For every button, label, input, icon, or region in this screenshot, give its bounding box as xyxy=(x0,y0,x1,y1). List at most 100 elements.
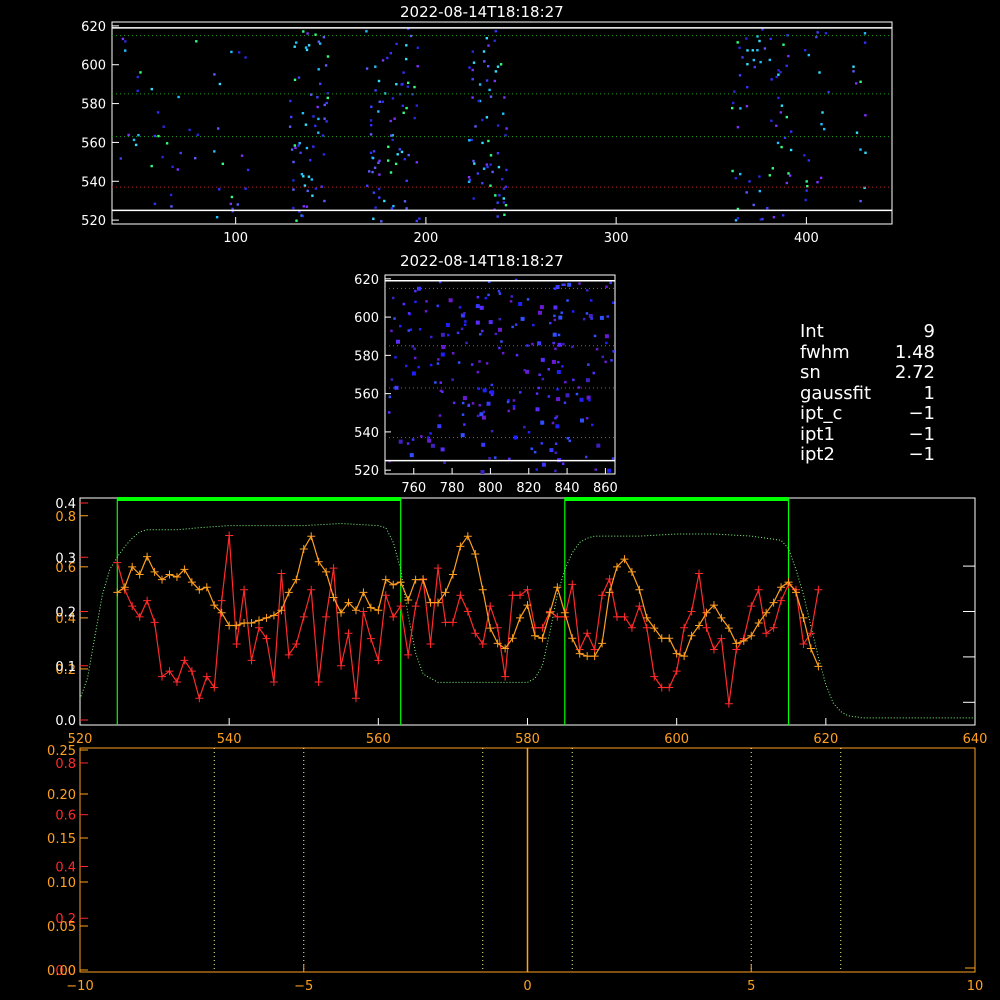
top-heatmap-pixel xyxy=(476,172,480,175)
top-heatmap-pixel xyxy=(179,151,182,155)
top-heatmap-pixel xyxy=(389,119,392,123)
top-heatmap-pixel xyxy=(374,206,377,209)
top-xtick-label: 100 xyxy=(223,231,248,246)
top-heatmap-pixel xyxy=(374,89,377,92)
top-heatmap-pixel xyxy=(119,157,122,160)
middle-heatmap-pixel xyxy=(588,398,591,402)
top-heatmap-pixel xyxy=(139,71,142,74)
middle-heatmap-pixel xyxy=(538,373,541,376)
middle-heatmap-pixel xyxy=(475,304,480,309)
top-heatmap-pixel xyxy=(215,216,219,219)
top-heatmap-pixel xyxy=(766,206,769,210)
top-heatmap-pixel xyxy=(307,44,311,47)
middle-heatmap-pixel xyxy=(507,409,510,413)
top-heatmap-pixel xyxy=(805,189,808,192)
top-heatmap-pixel xyxy=(121,37,125,41)
top-heatmap-pixel xyxy=(790,130,793,133)
middle-ytick-label: 520 xyxy=(354,464,379,479)
top-heatmap-pixel xyxy=(505,168,508,172)
top-heatmap-pixel xyxy=(369,119,373,122)
top-heatmap-pixel xyxy=(503,96,506,99)
top-heatmap-pixel xyxy=(785,115,788,119)
top-heatmap-pixel xyxy=(300,173,304,176)
top-heatmap-pixel xyxy=(306,189,309,193)
middle-heatmap-pixel xyxy=(607,468,612,473)
middle-heatmap-pixel xyxy=(480,470,485,474)
top-heatmap-pixel xyxy=(496,152,500,155)
top-heatmap-pixel xyxy=(736,217,740,220)
middle-heatmap-pixel xyxy=(497,289,501,293)
top-heatmap-pixel xyxy=(785,181,788,185)
info-row-int: Int 9 xyxy=(800,321,935,343)
top-heatmap-pixel xyxy=(377,79,381,83)
top-heatmap-pixel xyxy=(745,105,749,108)
top-heatmap-pixel xyxy=(782,214,785,217)
top-heatmap-pixel xyxy=(504,204,508,207)
middle-heatmap-pixel xyxy=(394,356,397,359)
middle-heatmap-pixel xyxy=(591,423,594,427)
top-heatmap-pixel xyxy=(852,65,855,68)
top-heatmap-pixel xyxy=(365,67,369,70)
middle-heatmap-pixel xyxy=(430,335,433,339)
top-heatmap-pixel xyxy=(305,48,309,52)
middle-heatmap-pixel xyxy=(463,312,466,315)
top-heatmap-pixel xyxy=(295,219,298,222)
middle-heatmap-pixel xyxy=(537,341,542,346)
top-heatmap-pixel xyxy=(407,153,410,157)
top-heatmap-pixel xyxy=(502,112,505,115)
top-heatmap-pixel xyxy=(324,64,328,67)
middle-heatmap-pixel xyxy=(488,320,493,325)
middle-ytick-label: 620 xyxy=(354,273,379,288)
middle-heatmap-pixel xyxy=(572,378,575,382)
top-heatmap-pixel xyxy=(491,170,494,174)
middle-heatmap-pixel xyxy=(451,378,454,381)
top-heatmap-pixel xyxy=(304,46,308,49)
top-heatmap-pixel xyxy=(372,150,376,153)
middle-heatmap-pixel xyxy=(520,316,525,321)
bottom-orange-ytick-label: 0.15 xyxy=(47,832,76,847)
top-heatmap-pixel xyxy=(804,49,807,52)
top-heatmap-pixel xyxy=(779,111,782,114)
top-heatmap-panel: 520 540 560 580 600 620 100 200 300 400 xyxy=(81,20,893,246)
middle-heatmap-pixel xyxy=(539,305,544,310)
top-xtick-label: 300 xyxy=(604,231,629,246)
top-heatmap-pixel xyxy=(768,58,771,62)
middle-heatmap-pixel xyxy=(596,443,601,448)
top-heatmap-pixel xyxy=(400,150,404,154)
top-heatmap-pixel xyxy=(820,123,823,126)
top-heatmap-pixel xyxy=(494,30,497,33)
top-heatmap-pixel xyxy=(402,111,405,114)
top-heatmap-pixel xyxy=(369,133,373,136)
top-heatmap-pixel xyxy=(134,143,138,147)
top-heatmap-pixel xyxy=(316,105,319,109)
middle-heatmap-pixel xyxy=(557,333,561,337)
middle-heatmap-pixel xyxy=(604,334,609,339)
middle-heatmap-pixel xyxy=(512,407,516,410)
top-heatmap-pixel xyxy=(378,196,381,199)
top-heatmap-pixel xyxy=(161,155,164,159)
middle-heatmap-pixel xyxy=(476,295,480,299)
middle-heatmap-pixel xyxy=(498,346,501,350)
middle-heatmap-pixel xyxy=(388,395,392,399)
top-heatmap-pixel xyxy=(496,215,499,218)
middle-heatmap-pixel xyxy=(437,424,442,429)
middle-ytick-label: 580 xyxy=(354,349,379,364)
top-heatmap-pixel xyxy=(734,219,738,222)
info-value: −1 xyxy=(908,444,935,465)
middle-heatmap-pixel xyxy=(593,334,597,338)
top-heatmap-pixel xyxy=(325,120,328,123)
top-heatmap-pixel xyxy=(213,150,216,153)
top-heatmap-pixel xyxy=(863,41,867,44)
middle-heatmap-pixel xyxy=(484,296,487,300)
middle-heatmap-pixel xyxy=(463,323,467,326)
profile-xtick-label: 560 xyxy=(366,732,391,747)
middle-heatmap-pixel xyxy=(463,423,466,426)
top-heatmap-pixel xyxy=(298,142,301,145)
top-heatmap-pixel xyxy=(157,134,160,138)
middle-heatmap-pixel xyxy=(460,433,465,438)
top-heatmap-pixel xyxy=(302,205,305,208)
top-heatmap-pixel xyxy=(381,59,385,62)
middle-heatmap-pixel xyxy=(601,355,604,359)
top-heatmap-pixel xyxy=(827,90,830,94)
top-heatmap-pixel xyxy=(498,194,501,197)
